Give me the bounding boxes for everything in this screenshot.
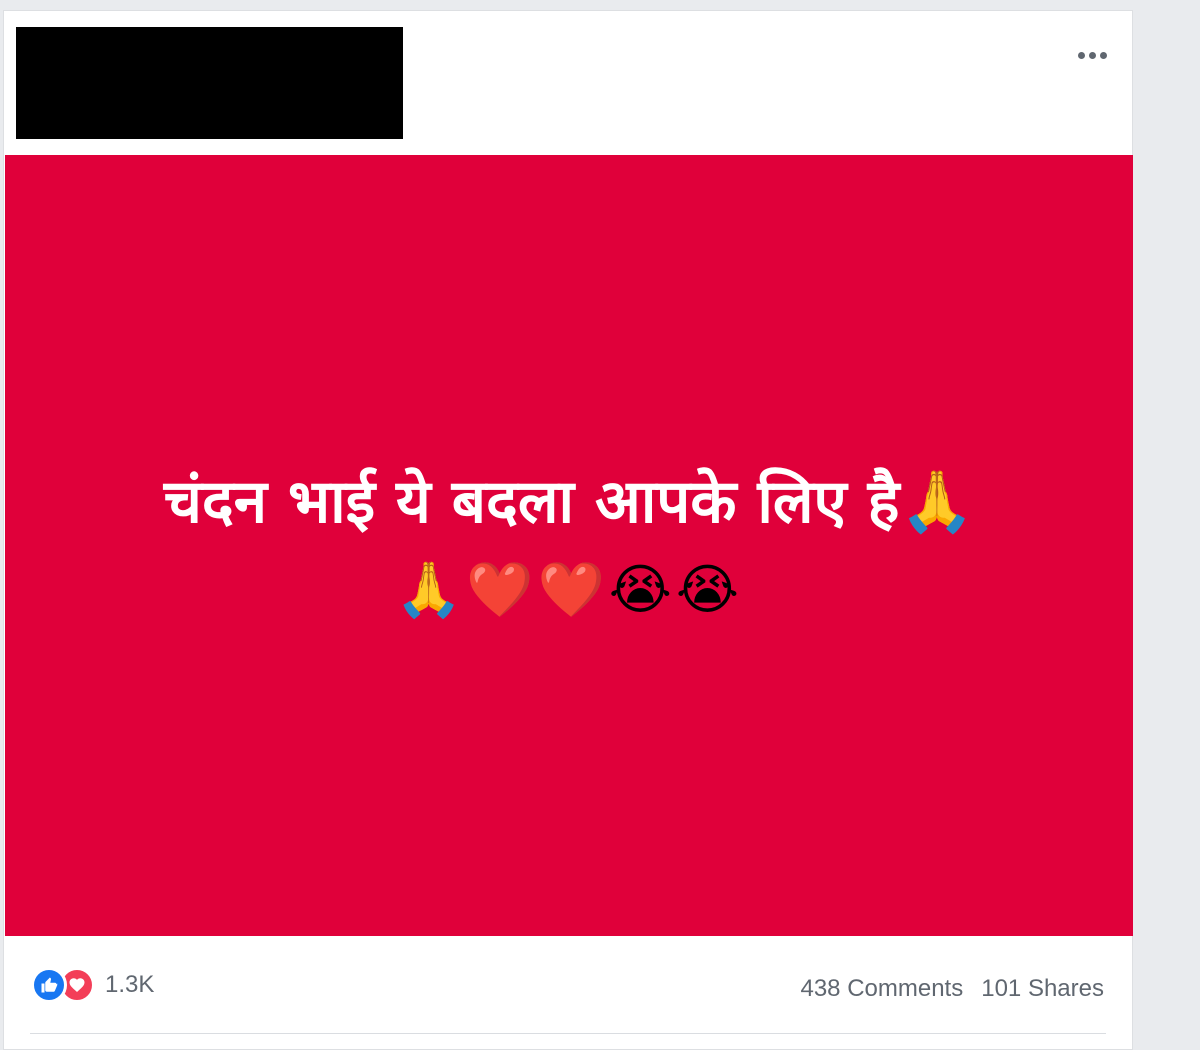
reaction-count: 1.3K bbox=[105, 971, 155, 998]
like-icon bbox=[31, 967, 67, 1003]
post-text: चंदन भाई ये बदला आपके लिए है🙏 bbox=[163, 467, 975, 537]
post-footer: 1.3K 438 Comments 101 Shares bbox=[4, 937, 1132, 1047]
footer-divider bbox=[30, 1033, 1106, 1034]
shares-count-link[interactable]: 101 Shares bbox=[981, 975, 1104, 1003]
more-dot-icon bbox=[1077, 51, 1085, 59]
reactions-summary[interactable]: 1.3K bbox=[31, 967, 154, 1003]
post-emojis: 🙏❤️❤️😭😭 bbox=[395, 558, 743, 621]
post-card: चंदन भाई ये बदला आपके लिए है🙏 🙏❤️❤️😭😭 1.… bbox=[3, 10, 1133, 1050]
post-stats: 438 Comments 101 Shares bbox=[800, 975, 1104, 1003]
more-dot-icon bbox=[1088, 51, 1096, 59]
more-dot-icon bbox=[1099, 51, 1107, 59]
more-options-button[interactable] bbox=[1070, 39, 1114, 71]
comments-count-link[interactable]: 438 Comments bbox=[800, 975, 963, 1003]
author-header-redaction bbox=[16, 27, 403, 139]
post-image[interactable]: चंदन भाई ये बदला आपके लिए है🙏 🙏❤️❤️😭😭 bbox=[5, 155, 1133, 936]
